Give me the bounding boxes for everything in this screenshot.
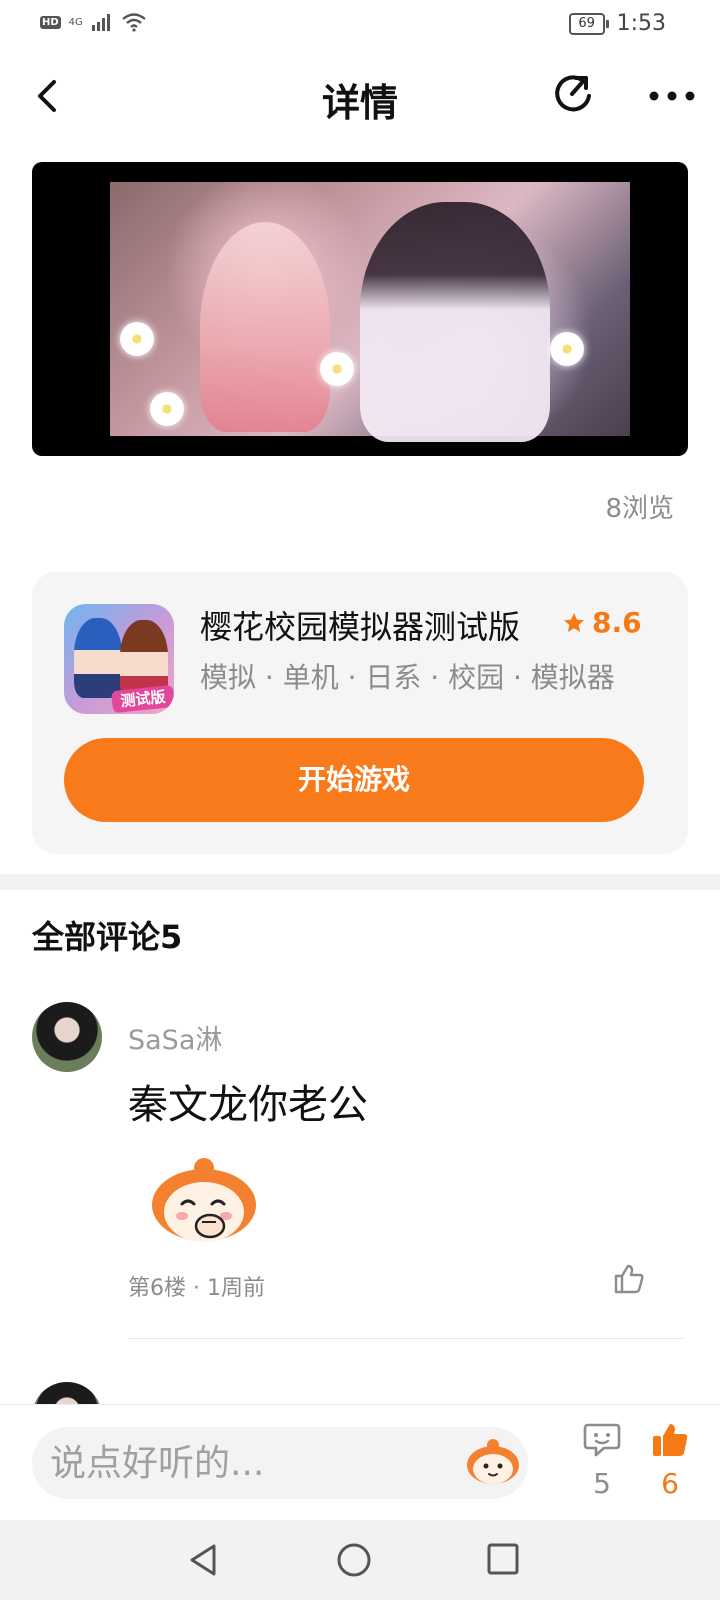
like-count: 6	[661, 1467, 679, 1500]
page-title: 详情	[321, 81, 398, 125]
hd-badge: HD	[40, 15, 61, 29]
comment-username[interactable]: SaSa淋	[128, 1018, 222, 1057]
flower-decor	[320, 352, 354, 386]
page-header: 详情	[0, 60, 720, 140]
status-bar: HD 4G 69 1:53	[0, 0, 720, 48]
share-icon	[555, 75, 591, 112]
game-icon[interactable]: 测试版	[64, 604, 174, 714]
nav-home-icon[interactable]	[336, 1542, 372, 1578]
comment-count: 5	[593, 1467, 611, 1500]
system-navigation-bar	[0, 1520, 720, 1600]
flower-decor	[150, 392, 184, 426]
emoji-sticker	[146, 1150, 266, 1250]
rating-value: 8.6	[592, 606, 642, 639]
signal-icon	[91, 14, 110, 31]
view-count: 8浏览	[605, 494, 674, 524]
thumbs-up-filled-icon	[653, 1424, 688, 1456]
comment-like-button[interactable]	[612, 1262, 646, 1296]
more-button[interactable]	[645, 74, 699, 118]
game-card[interactable]: 测试版 樱花校园模拟器测试版 8.6 模拟 · 单机 · 日系 · 校园 · 模…	[32, 572, 688, 854]
comments-heading: 全部评论5	[32, 918, 183, 956]
comment-count-button[interactable]: 5	[580, 1421, 624, 1505]
laughing-mascot-icon	[152, 1158, 256, 1242]
game-title[interactable]: 樱花校园模拟器测试版	[200, 602, 520, 648]
like-button[interactable]: 6	[648, 1421, 692, 1505]
emoji-button[interactable]	[464, 1435, 522, 1487]
status-time: 1:53	[616, 11, 666, 36]
avatar[interactable]	[32, 1002, 102, 1072]
start-game-button[interactable]: 开始游戏	[64, 738, 644, 822]
comment-divider	[128, 1338, 684, 1339]
video-character-right	[360, 202, 550, 442]
video-thumbnail	[110, 182, 630, 442]
comment-meta: 第6楼 · 1周前	[128, 1276, 265, 1301]
flower-decor	[120, 322, 154, 356]
thumbs-up-outline-icon	[614, 1264, 644, 1294]
battery-icon: 69	[568, 12, 609, 35]
icon-character-1	[74, 618, 122, 698]
status-right: 69 1:53	[568, 11, 666, 36]
comment-bar: 5 6	[0, 1404, 720, 1521]
mascot-emoji-icon	[467, 1439, 519, 1484]
wifi-icon	[122, 13, 146, 32]
nav-recents-icon[interactable]	[486, 1542, 520, 1576]
nav-back-icon[interactable]	[186, 1542, 220, 1578]
share-button[interactable]	[552, 72, 596, 116]
more-dots-icon	[649, 91, 695, 101]
comment-bubble-icon	[583, 1423, 621, 1457]
star-icon	[564, 612, 584, 632]
video-character-left	[200, 222, 330, 432]
comment-text: 秦文龙你老公	[128, 1082, 368, 1128]
comment-input[interactable]	[32, 1427, 528, 1499]
flower-decor	[550, 332, 584, 366]
game-tags: 模拟 · 单机 · 日系 · 校园 · 模拟器	[200, 661, 615, 694]
game-rating: 8.6	[562, 606, 642, 639]
section-divider	[0, 874, 720, 890]
video-player[interactable]	[32, 162, 688, 456]
status-left: HD 4G	[40, 12, 147, 32]
network-label: 4G	[68, 16, 83, 28]
